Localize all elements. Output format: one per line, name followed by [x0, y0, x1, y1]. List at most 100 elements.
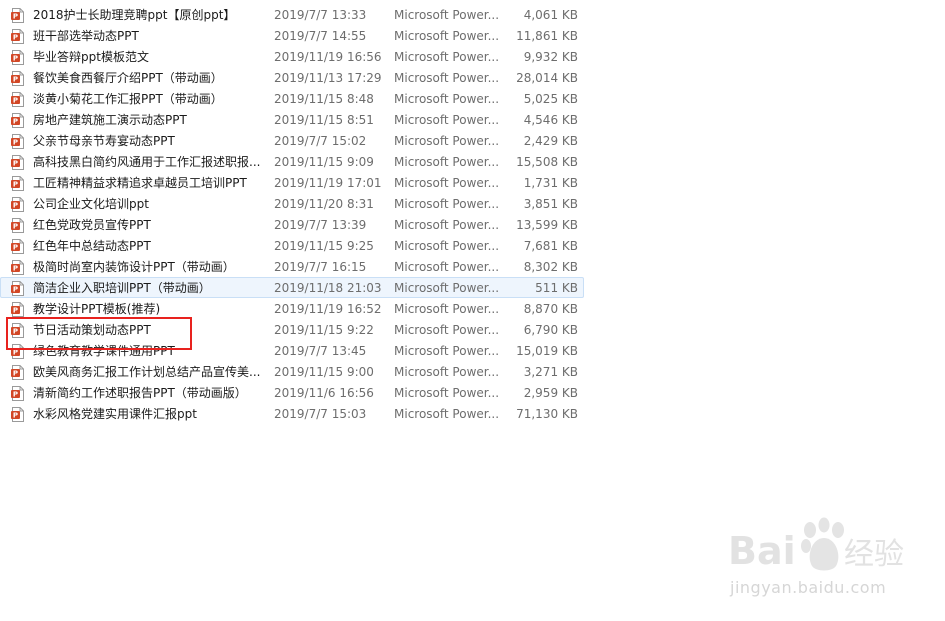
file-row[interactable]: P 红色党政党员宣传PPT 2019/7/7 13:39 Microsoft Powe… — [0, 214, 584, 235]
svg-text:P: P — [13, 265, 18, 273]
file-date-modified: 2019/11/19 17:01 — [274, 176, 382, 190]
svg-text:P: P — [13, 286, 18, 294]
file-date-modified: 2019/11/19 16:56 — [274, 50, 382, 64]
file-date-modified: 2019/7/7 13:45 — [274, 344, 367, 358]
file-row[interactable]: P 餐饮美食西餐厅介绍PPT（带动画） 2019/11/13 17:29 Micros… — [0, 67, 584, 88]
file-name: 红色党政党员宣传PPT — [33, 218, 151, 232]
svg-text:P: P — [13, 223, 18, 231]
file-row[interactable]: P 红色年中总结动态PPT 2019/11/15 9:25 Microsoft Pow… — [0, 235, 584, 256]
file-type: Microsoft Power... — [394, 50, 500, 64]
powerpoint-file-icon: P — [11, 239, 25, 254]
file-row[interactable]: P 房地产建筑施工演示动态PPT 2019/11/15 8:51 Microsoft … — [0, 109, 584, 130]
file-date-modified: 2019/11/18 21:03 — [274, 281, 382, 295]
file-row[interactable]: P 欧美风商务汇报工作计划总结产品宣传美... 2019/11/15 9:00 Mic… — [0, 361, 584, 382]
file-name: 简洁企业入职培训PPT（带动画） — [33, 281, 211, 295]
file-size: 71,130 KB — [516, 407, 578, 421]
file-name: 父亲节母亲节寿宴动态PPT — [33, 134, 175, 148]
file-date-modified: 2019/11/15 8:51 — [274, 113, 374, 127]
file-size: 11,861 KB — [516, 29, 578, 43]
file-list: P 2018护士长助理竞聘ppt【原创ppt】 2019/7/7 13:33 Micr… — [0, 4, 600, 424]
file-date-modified: 2019/11/15 8:48 — [274, 92, 374, 106]
powerpoint-file-icon: P — [11, 92, 25, 107]
powerpoint-file-icon: P — [11, 365, 25, 380]
file-size: 15,019 KB — [516, 344, 578, 358]
file-type: Microsoft Power... — [394, 323, 500, 337]
file-size: 2,429 KB — [523, 134, 578, 148]
file-size: 1,731 KB — [523, 176, 578, 190]
file-row[interactable]: P 简洁企业入职培训PPT（带动画） 2019/11/18 21:03 Microso… — [0, 277, 584, 298]
file-row[interactable]: P 2018护士长助理竞聘ppt【原创ppt】 2019/7/7 13:33 Micr… — [0, 4, 584, 25]
file-type: Microsoft Power... — [394, 155, 500, 169]
file-row[interactable]: P 淡黄小菊花工作汇报PPT（带动画） 2019/11/15 8:48 Microso… — [0, 88, 584, 109]
file-type: Microsoft Power... — [394, 92, 500, 106]
powerpoint-file-icon: P — [11, 8, 25, 23]
file-name: 欧美风商务汇报工作计划总结产品宣传美... — [33, 365, 261, 379]
file-row[interactable]: P 高科技黑白简约风通用于工作汇报述职报... 2019/11/15 9:09 Mic… — [0, 151, 584, 172]
file-type: Microsoft Power... — [394, 8, 500, 22]
file-type: Microsoft Power... — [394, 344, 500, 358]
baidu-jingyan-watermark: Bai 经验 jingyan.baidu.com — [724, 516, 924, 606]
file-row[interactable]: P 水彩风格党建实用课件汇报ppt 2019/7/7 15:03 Microsoft … — [0, 403, 584, 424]
file-name: 教学设计PPT模板(推荐) — [33, 302, 161, 316]
file-date-modified: 2019/7/7 13:33 — [274, 8, 367, 22]
file-name: 高科技黑白简约风通用于工作汇报述职报... — [33, 155, 261, 169]
svg-text:P: P — [13, 202, 18, 210]
file-row[interactable]: P 清新简约工作述职报告PPT（带动画版） 2019/11/6 16:56 Micro… — [0, 382, 584, 403]
svg-text:P: P — [13, 139, 18, 147]
file-row[interactable]: P 毕业答辩ppt模板范文 2019/11/19 16:56 Microsoft Po… — [0, 46, 584, 67]
file-name: 节日活动策划动态PPT — [33, 323, 151, 337]
file-size: 7,681 KB — [523, 239, 578, 253]
file-date-modified: 2019/11/15 9:09 — [274, 155, 374, 169]
file-row[interactable]: P 工匠精神精益求精追求卓越员工培训PPT 2019/11/19 17:01 Micr… — [0, 172, 584, 193]
powerpoint-file-icon: P — [11, 281, 25, 296]
powerpoint-file-icon: P — [11, 197, 25, 212]
file-type: Microsoft Power... — [394, 281, 500, 295]
svg-text:P: P — [13, 13, 18, 21]
file-name: 毕业答辩ppt模板范文 — [33, 50, 149, 64]
file-name: 红色年中总结动态PPT — [33, 239, 151, 253]
svg-text:P: P — [13, 160, 18, 168]
file-row[interactable]: P 教学设计PPT模板(推荐) 2019/11/19 16:52 Microsoft … — [0, 298, 584, 319]
powerpoint-file-icon: P — [11, 71, 25, 86]
file-date-modified: 2019/7/7 15:03 — [274, 407, 367, 421]
file-name: 房地产建筑施工演示动态PPT — [33, 113, 187, 127]
file-name: 绿色教育教学课件通用PPT — [33, 344, 175, 358]
file-name: 清新简约工作述职报告PPT（带动画版） — [33, 386, 247, 400]
file-date-modified: 2019/7/7 15:02 — [274, 134, 367, 148]
file-size: 15,508 KB — [516, 155, 578, 169]
file-row[interactable]: P 班干部选举动态PPT 2019/7/7 14:55 Microsoft Power… — [0, 25, 584, 46]
file-size: 2,959 KB — [523, 386, 578, 400]
file-type: Microsoft Power... — [394, 176, 500, 190]
file-row[interactable]: P 父亲节母亲节寿宴动态PPT 2019/7/7 15:02 Microsoft Po… — [0, 130, 584, 151]
file-size: 3,271 KB — [523, 365, 578, 379]
file-size: 3,851 KB — [523, 197, 578, 211]
file-type: Microsoft Power... — [394, 302, 500, 316]
file-size: 511 KB — [535, 281, 578, 295]
file-date-modified: 2019/11/19 16:52 — [274, 302, 382, 316]
svg-text:P: P — [13, 391, 18, 399]
file-name: 工匠精神精益求精追求卓越员工培训PPT — [33, 176, 247, 190]
file-name: 班干部选举动态PPT — [33, 29, 139, 43]
svg-text:P: P — [13, 328, 18, 336]
file-row[interactable]: P 公司企业文化培训ppt 2019/11/20 8:31 Microsoft Pow… — [0, 193, 584, 214]
file-size: 9,932 KB — [523, 50, 578, 64]
file-name: 水彩风格党建实用课件汇报ppt — [33, 407, 197, 421]
svg-text:P: P — [13, 412, 18, 420]
file-date-modified: 2019/7/7 13:39 — [274, 218, 367, 232]
file-type: Microsoft Power... — [394, 134, 500, 148]
powerpoint-file-icon: P — [11, 218, 25, 233]
file-row[interactable]: P 绿色教育教学课件通用PPT 2019/7/7 13:45 Microsoft Po… — [0, 340, 584, 361]
file-row[interactable]: P 极简时尚室内装饰设计PPT（带动画） 2019/7/7 16:15 Microso… — [0, 256, 584, 277]
file-type: Microsoft Power... — [394, 407, 500, 421]
file-date-modified: 2019/11/15 9:00 — [274, 365, 374, 379]
file-name: 公司企业文化培训ppt — [33, 197, 149, 211]
powerpoint-file-icon: P — [11, 323, 25, 338]
file-type: Microsoft Power... — [394, 197, 500, 211]
powerpoint-file-icon: P — [11, 155, 25, 170]
file-date-modified: 2019/11/15 9:22 — [274, 323, 374, 337]
file-name: 餐饮美食西餐厅介绍PPT（带动画） — [33, 71, 223, 85]
file-size: 13,599 KB — [516, 218, 578, 232]
file-date-modified: 2019/11/20 8:31 — [274, 197, 374, 211]
file-row[interactable]: P 节日活动策划动态PPT 2019/11/15 9:22 Microsoft Pow… — [0, 319, 584, 340]
powerpoint-file-icon: P — [11, 113, 25, 128]
